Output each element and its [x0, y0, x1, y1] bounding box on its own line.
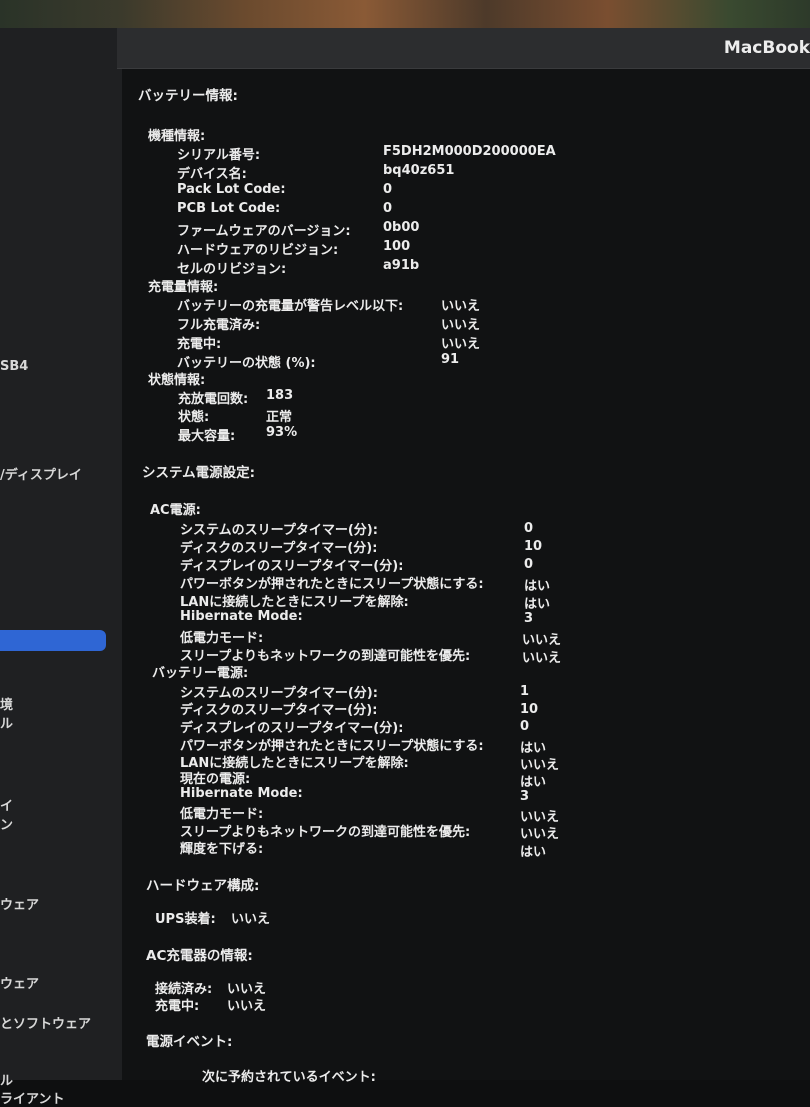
field-label: パワーボタンが押されたときにスリープ状態にする:	[180, 577, 484, 592]
field-label: UPS装着:	[155, 912, 216, 927]
field-value: いいえ	[441, 299, 481, 314]
field-value: 0	[383, 182, 393, 197]
field-value: はい	[520, 775, 547, 790]
window-titlebar: MacBook	[117, 28, 810, 69]
sidebar-item[interactable]: ン	[0, 814, 13, 833]
section-heading-charger: AC充電器の情報:	[146, 948, 253, 964]
field-label: デバイス名:	[177, 167, 247, 182]
subheading-model: 機種情報:	[148, 129, 206, 144]
sidebar-item[interactable]: 境	[0, 694, 13, 713]
field-label: セルのリビジョン:	[177, 262, 287, 277]
section-heading-power: システム電源設定:	[142, 465, 255, 481]
field-label: バッテリーの充電量が警告レベル以下:	[177, 299, 404, 314]
field-label: ディスプレイのスリープタイマー(分):	[180, 721, 404, 736]
field-value: 0b00	[383, 220, 420, 235]
field-value: 10	[520, 702, 539, 717]
field-label: LANに接続したときにスリープを解除:	[180, 595, 409, 610]
section-heading-hardware: ハードウェア構成:	[146, 878, 260, 894]
field-value: 0	[520, 719, 530, 734]
subheading-charge: 充電量情報:	[148, 280, 219, 295]
field-value: いいえ	[441, 318, 481, 333]
window-title: MacBook	[723, 38, 810, 58]
sidebar-item[interactable]: ル	[0, 713, 13, 732]
field-value: a91b	[383, 258, 420, 273]
field-value: いいえ	[522, 651, 562, 666]
field-value: 183	[266, 388, 294, 403]
field-label: ファームウェアのバージョン:	[177, 224, 351, 239]
subheading-health: 状態情報:	[148, 373, 206, 388]
section-heading-events: 電源イベント:	[146, 1034, 233, 1050]
field-value: いいえ	[522, 633, 562, 648]
field-value: いいえ	[520, 827, 560, 842]
field-label: ディスプレイのスリープタイマー(分):	[180, 559, 404, 574]
subheading-ac: AC電源:	[150, 503, 201, 518]
field-value: 3	[520, 789, 530, 804]
field-label: Pack Lot Code:	[177, 182, 286, 197]
field-value: 10	[524, 539, 543, 554]
field-label: ハードウェアのリビジョン:	[177, 243, 339, 258]
sidebar-item[interactable]: ウェア	[0, 894, 39, 913]
field-label: 充放電回数:	[178, 392, 249, 407]
subheading-battery-power: バッテリー電源:	[152, 666, 249, 681]
field-value: 0	[524, 557, 534, 572]
field-label: ディスクのスリープタイマー(分):	[180, 703, 378, 718]
field-value: 100	[383, 239, 411, 254]
field-value: 3	[524, 611, 534, 626]
field-label: 状態:	[178, 410, 210, 425]
desktop-wallpaper	[0, 0, 810, 30]
field-value: 1	[520, 684, 530, 699]
field-value: 正常	[266, 410, 293, 425]
field-value: いいえ	[231, 912, 271, 927]
sidebar-item[interactable]: ウェア	[0, 973, 39, 992]
field-value: 0	[524, 521, 534, 536]
sidebar-item[interactable]: SB4	[0, 359, 28, 374]
sidebar-item[interactable]: イ	[0, 795, 13, 814]
sidebar-selected-item[interactable]	[0, 630, 106, 651]
field-label: 次に予約されているイベント:	[202, 1070, 376, 1085]
section-heading-battery: バッテリー情報:	[138, 88, 238, 104]
field-value: bq40z651	[383, 163, 455, 178]
field-label: 充電中:	[177, 337, 222, 352]
field-label: 充電中:	[155, 999, 200, 1014]
sidebar-item[interactable]: とソフトウェア	[0, 1013, 91, 1032]
field-label: 輝度を下げる:	[180, 842, 264, 857]
field-value: いいえ	[227, 999, 267, 1014]
field-label: 現在の電源:	[180, 772, 251, 787]
field-label: フル充電済み:	[177, 318, 261, 333]
field-value: いいえ	[441, 337, 481, 352]
field-label: Hibernate Mode:	[180, 786, 303, 801]
field-value: 0	[383, 201, 393, 216]
field-value: 93%	[266, 425, 298, 440]
sidebar-item[interactable]: /ディスプレイ	[0, 464, 82, 483]
field-label: 低電力モード:	[180, 631, 264, 646]
field-label: PCB Lot Code:	[177, 201, 281, 216]
field-label: 低電力モード:	[180, 807, 264, 822]
field-label: Hibernate Mode:	[180, 609, 303, 624]
sidebar: SB4 /ディスプレイ 境 ル イ ン ウェア ウェア とソフトウェア ル ライ…	[0, 28, 123, 1107]
sidebar-item[interactable]: ライアント	[0, 1088, 64, 1107]
field-label: ディスクのスリープタイマー(分):	[180, 541, 378, 556]
field-label: システムのスリープタイマー(分):	[180, 523, 378, 538]
field-value: はい	[524, 579, 551, 594]
field-label: シリアル番号:	[177, 148, 261, 163]
field-value: はい	[524, 597, 551, 612]
field-value: 91	[441, 352, 460, 367]
field-value: F5DH2M000D200000EA	[383, 144, 556, 159]
field-label: 最大容量:	[178, 429, 236, 444]
field-value: はい	[520, 845, 547, 860]
